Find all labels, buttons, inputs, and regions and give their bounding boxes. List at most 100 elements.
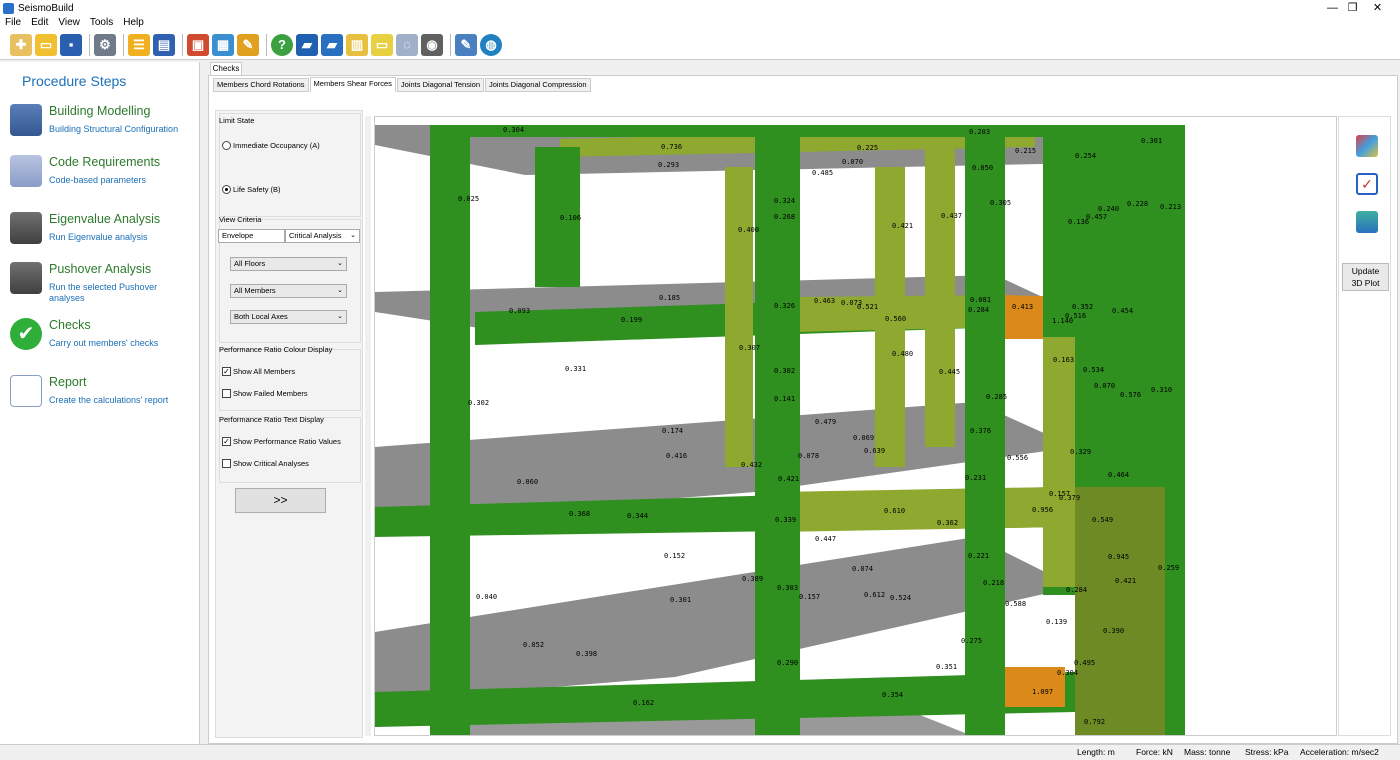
notes-icon[interactable]: ▥ [346,33,368,56]
close-button[interactable]: ✕ [1355,0,1400,16]
ratio-label: 0.352 [1072,303,1093,311]
button-line: Update [1351,266,1380,276]
ratio-label: 0.221 [968,552,989,560]
menu-tools[interactable]: Tools [85,16,118,30]
ratio-label: 0.093 [509,307,530,315]
beam-floor2-yellow [775,487,1065,532]
brush-icon[interactable]: ✎ [237,33,259,56]
menu-view[interactable]: View [53,16,85,30]
video-icon[interactable]: ◉ [421,33,443,56]
chat-icon[interactable]: ◌ [396,33,418,56]
book-icon[interactable]: ▰ [296,33,318,56]
tab-members-chord-rotations[interactable]: Members Chord Rotations [213,78,309,92]
ratio-label: 0.479 [815,418,836,426]
update-3d-plot-button[interactable]: Update 3D Plot [1342,263,1389,291]
manual-icon[interactable]: ▰ [321,33,343,56]
step-desc[interactable]: Code-based parameters [49,175,184,186]
tab-joints-diagonal-tension[interactable]: Joints Diagonal Tension [396,78,484,92]
tab-joints-diagonal-compression[interactable]: Joints Diagonal Compression [485,78,591,92]
floors-select[interactable]: All Floors ⌄ [230,257,347,271]
print-preview-icon[interactable]: ▤ [153,33,175,56]
step-desc[interactable]: Run the selected Pushover analyses [49,282,184,304]
ratio-label: 0.305 [990,199,1011,207]
ratio-label: 0.389 [742,575,763,583]
show-all-members-checkbox[interactable]: ✓ Show All Members [222,367,295,376]
show-critical-analyses-checkbox[interactable]: Show Critical Analyses [222,459,309,468]
ratio-label: 0.324 [774,197,795,205]
layers-icon[interactable] [1356,211,1378,233]
menu-file[interactable]: File [0,16,26,30]
tab-members-shear-forces[interactable]: Members Shear Forces [309,77,396,92]
tab-checks[interactable]: Checks [210,62,242,75]
step-eigenvalue-analysis[interactable]: Eigenvalue Analysis Run Eigenvalue analy… [10,212,195,262]
folder-docs-icon[interactable]: ▭ [371,33,393,56]
toolbar-separator [89,33,90,56]
show-performance-values-checkbox[interactable]: ✓ Show Performance Ratio Values [222,437,341,446]
help-icon[interactable]: ? [271,33,293,56]
step-desc[interactable]: Create the calculations' report [49,395,184,406]
ratio-label: 0.416 [666,452,687,460]
step-desc[interactable]: Building Structural Configuration [49,124,184,135]
step-desc[interactable]: Run Eigenvalue analysis [49,232,184,243]
step-checks[interactable]: ✔ Checks Carry out members' checks [10,318,195,368]
step-code-requirements[interactable]: Code Requirements Code-based parameters [10,155,195,205]
structure-icon[interactable]: ▣ [187,33,209,56]
checkmark-icon: ✔ [10,318,42,350]
globe-icon[interactable]: ◍ [480,33,502,56]
ratio-label: 0.228 [1127,200,1148,208]
ratio-label: 0.463 [814,297,835,305]
ratio-label: 0.303 [777,584,798,592]
chevron-down-icon: ⌄ [337,260,343,267]
ratio-label: 0.275 [961,637,982,645]
menu-help[interactable]: Help [118,16,149,30]
ratio-label: 0.203 [969,128,990,136]
radio-dot [222,141,231,150]
ratio-label: 0.215 [1015,147,1036,155]
radio-dot [222,185,231,194]
ratio-label: 0.213 [1160,203,1181,211]
shapes-icon[interactable] [1356,135,1378,157]
critical-analysis-select[interactable]: Critical Analysis ⌄ [285,229,360,243]
panel-splitter[interactable] [365,116,371,736]
calculator-icon[interactable]: ▦ [212,33,234,56]
ratio-label: 0.293 [658,161,679,169]
radio-life-safety[interactable]: Life Safety (B) [222,185,281,194]
limit-state-title: Limit State [219,116,255,125]
layout-icon[interactable]: ☰ [128,33,150,56]
status-force: Force: kN [1136,747,1173,757]
show-failed-members-checkbox[interactable]: Show Failed Members [222,389,308,398]
save-icon[interactable]: ▪ [60,33,82,56]
ratio-label: 0.070 [842,158,863,166]
edit-icon[interactable]: ✎ [455,33,477,56]
3d-viewport[interactable]: 0.304 0.736 0.293 0.225 0.070 0.485 0.20… [374,116,1337,736]
ratio-label: 0.329 [1070,448,1091,456]
pane-splitter[interactable] [200,62,208,744]
menu-edit[interactable]: Edit [26,16,53,30]
step-pushover-analysis[interactable]: Pushover Analysis Run the selected Pusho… [10,262,195,312]
ratio-label: 0.390 [1103,627,1124,635]
step-name: Pushover Analysis [49,262,152,276]
settings-icon[interactable]: ⚙ [94,33,116,56]
new-file-icon[interactable]: ✚ [10,33,32,56]
ratio-label: 0.078 [798,452,819,460]
status-length: Length: m [1077,747,1115,757]
step-desc[interactable]: Carry out members' checks [49,338,184,349]
ratio-label: 0.560 [885,315,906,323]
subtab-bar: Members Chord Rotations Members Shear Fo… [213,77,592,92]
step-building-modelling[interactable]: Building Modelling Building Structural C… [10,104,195,154]
ratio-label: 0.736 [661,143,682,151]
eigenvalue-icon [10,212,42,244]
open-folder-icon[interactable]: ▭ [35,33,57,56]
ratio-label: 0.302 [468,399,489,407]
members-select[interactable]: All Members ⌄ [230,284,347,298]
axes-select[interactable]: Both Local Axes ⌄ [230,310,347,324]
go-button[interactable]: >> [235,488,326,513]
checklist-icon[interactable]: ✓ [1356,173,1378,195]
ratio-label: 0.326 [774,302,795,310]
radio-immediate-occupancy[interactable]: Immediate Occupancy (A) [222,141,320,150]
step-report[interactable]: Report Create the calculations' report [10,375,195,425]
envelope-field[interactable]: Envelope [218,229,285,243]
ratio-label: 0.445 [939,368,960,376]
ratio-label: 0.421 [778,475,799,483]
ratio-label: 0.157 [799,593,820,601]
